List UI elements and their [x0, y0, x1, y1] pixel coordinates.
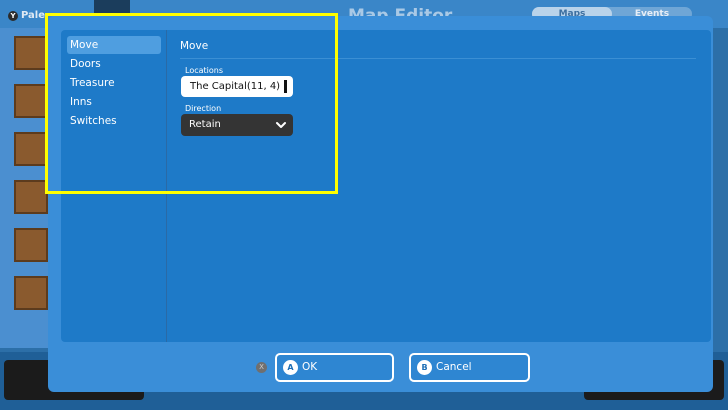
palette-tile[interactable] — [14, 180, 48, 214]
palette-tile[interactable] — [14, 84, 48, 118]
x-button-icon: X — [256, 362, 267, 373]
palette-sidebar — [0, 28, 48, 348]
palette-tile[interactable] — [14, 132, 48, 166]
palette-tile[interactable] — [14, 36, 48, 70]
cancel-button[interactable]: B Cancel — [409, 353, 530, 382]
palette-tile[interactable] — [14, 276, 48, 310]
cancel-label: Cancel — [436, 361, 472, 373]
palette-label[interactable]: Y Pale — [8, 10, 45, 21]
palette-tile[interactable] — [14, 228, 48, 262]
palette-key-icon: Y — [8, 11, 18, 21]
b-button-icon: B — [417, 360, 432, 375]
ok-label: OK — [302, 361, 318, 373]
a-button-icon: A — [283, 360, 298, 375]
focus-highlight-box — [45, 13, 338, 194]
ok-button[interactable]: A OK — [275, 353, 394, 382]
